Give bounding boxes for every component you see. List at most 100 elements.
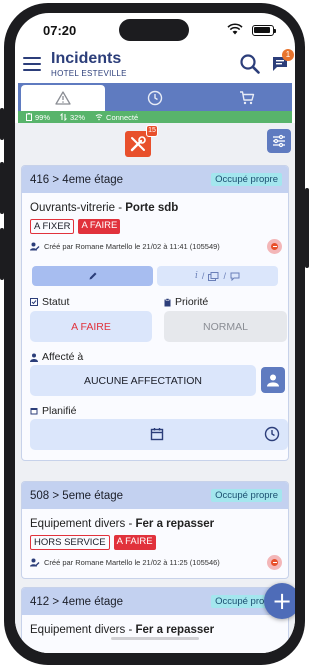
tab-bar [18, 83, 292, 111]
status-select[interactable]: A FAIRE [30, 311, 152, 342]
incident-description: Ouvrants-vitrerie - Porte sdb [22, 193, 288, 214]
phone-frame: 07:20 Incidents HOTEL ESTEVILLE 1 99% 32… [4, 3, 305, 665]
clipboard-icon [164, 297, 171, 306]
incident-category: Equipement divers [30, 518, 126, 530]
tag-fix: A FIXER [30, 219, 75, 234]
info-icon: i [195, 271, 198, 281]
tag-status: A FAIRE [113, 535, 156, 550]
tag-list: A FIXER A FAIRE [22, 214, 288, 234]
creator-text: Créé par Romane Martello le 21/02 à 11:2… [44, 558, 220, 567]
assign-user-button[interactable] [261, 367, 285, 393]
creator-info: Créé par Romane Martello le 21/02 à 11:2… [22, 550, 288, 570]
transfer-icon [60, 113, 67, 121]
calendar-icon[interactable] [150, 427, 164, 441]
creator-text: Créé par Romane Martello le 21/02 à 11:4… [44, 242, 220, 251]
pencil-icon [89, 272, 96, 280]
checkbox-icon [30, 298, 38, 306]
incident-item: Porte sdb [125, 202, 179, 214]
gallery-icon [208, 271, 219, 281]
priority-label: Priorité [164, 296, 208, 308]
filter-button[interactable] [267, 129, 291, 153]
plus-icon: + [271, 587, 293, 615]
calendar-icon [30, 408, 38, 415]
incident-list: 15 416 > 4eme étage Occupé propre Ouvran… [15, 123, 295, 653]
battery-level-icon [26, 113, 32, 121]
sliders-icon [273, 134, 285, 148]
schedule-label: Planifié [30, 405, 76, 417]
separator: - [118, 202, 123, 214]
delete-button[interactable] [267, 555, 282, 570]
warning-icon [55, 91, 71, 105]
search-icon[interactable] [239, 53, 261, 75]
home-indicator [111, 637, 199, 640]
battery-level: 99% [35, 112, 51, 122]
tag-list: HORS SERVICE A FAIRE [22, 530, 288, 550]
tab-details[interactable]: i / / [157, 266, 278, 286]
tab-edit[interactable] [32, 266, 153, 286]
hotel-name: HOTEL ESTEVILLE [51, 69, 127, 78]
occupancy-badge: Occupé propre [211, 489, 282, 502]
card-header: 416 > 4eme étage Occupé propre [22, 166, 288, 193]
connection-bar: 99% 32% Connecté [18, 111, 292, 123]
page-title: Incidents [51, 50, 122, 67]
separator: - [128, 518, 133, 530]
remove-icon [271, 243, 278, 250]
person-icon [267, 374, 279, 387]
priority-select[interactable]: NORMAL [164, 311, 287, 342]
incident-category: Equipement divers [30, 624, 126, 636]
assignee-select[interactable]: AUCUNE AFFECTATION [30, 365, 256, 396]
schedule-field[interactable] [30, 419, 288, 450]
user-edit-icon [30, 558, 40, 567]
incident-card[interactable]: 412 > 4eme étage Occupé propre Equipemen… [21, 587, 289, 653]
incident-item: Fer a repasser [135, 518, 215, 530]
user-edit-icon [30, 242, 40, 251]
clock-icon[interactable] [264, 426, 280, 442]
room-location: 508 > 5eme étage [30, 489, 124, 502]
power-button [305, 188, 309, 268]
incident-card[interactable]: 416 > 4eme étage Occupé propre Ouvrants-… [21, 165, 289, 461]
tools-icon [130, 136, 146, 152]
occupancy-badge: Occupé propre [211, 173, 282, 186]
card-header: 508 > 5eme étage Occupé propre [22, 482, 288, 509]
connection-status: Connecté [106, 112, 139, 122]
incident-card[interactable]: 508 > 5eme étage Occupé propre Equipemen… [21, 481, 289, 579]
tool-count-badge: 15 [146, 125, 158, 137]
tab-cart[interactable] [205, 85, 289, 111]
clock-time: 07:20 [43, 23, 77, 38]
user-icon [30, 353, 38, 362]
menu-icon[interactable] [23, 57, 41, 71]
incident-description: Equipement divers - Fer a repasser [22, 509, 288, 530]
incident-item: Fer a repasser [135, 624, 215, 636]
room-location: 412 > 4eme étage [30, 595, 124, 608]
app-header: Incidents HOTEL ESTEVILLE 1 [15, 47, 295, 83]
status-bar: 07:20 [15, 13, 295, 47]
clock-icon [147, 90, 163, 106]
cart-icon [240, 91, 255, 105]
subtab-separator: / [201, 271, 205, 281]
tab-history[interactable] [113, 85, 197, 111]
separator: - [128, 624, 133, 636]
card-header: 412 > 4eme étage Occupé propre [22, 588, 288, 615]
add-incident-button[interactable]: + [264, 583, 295, 619]
battery-icon [252, 25, 276, 36]
dynamic-island [119, 19, 189, 41]
delete-button[interactable] [267, 239, 282, 254]
tag-hors-service: HORS SERVICE [30, 535, 110, 550]
wifi-icon [95, 114, 103, 121]
phone-screen: 07:20 Incidents HOTEL ESTEVILLE 1 99% 32… [15, 13, 295, 653]
wifi-icon [227, 23, 243, 35]
chat-count-badge: 1 [282, 49, 294, 61]
incident-description: Equipement divers - Fer a repasser [22, 615, 288, 636]
card-subtabs: i / / [32, 266, 278, 286]
tag-status: A FAIRE [78, 219, 121, 234]
subtab-separator: / [223, 271, 226, 281]
tab-incidents[interactable] [21, 85, 105, 111]
comment-icon [230, 272, 240, 281]
creator-info: Créé par Romane Martello le 21/02 à 11:4… [22, 234, 288, 254]
signal-level: 32% [70, 112, 86, 122]
incident-category: Ouvrants-vitrerie [30, 202, 115, 214]
remove-icon [271, 559, 278, 566]
assignee-label: Affecté à [30, 351, 83, 363]
status-label: Statut [30, 296, 69, 308]
room-location: 416 > 4eme étage [30, 173, 124, 186]
